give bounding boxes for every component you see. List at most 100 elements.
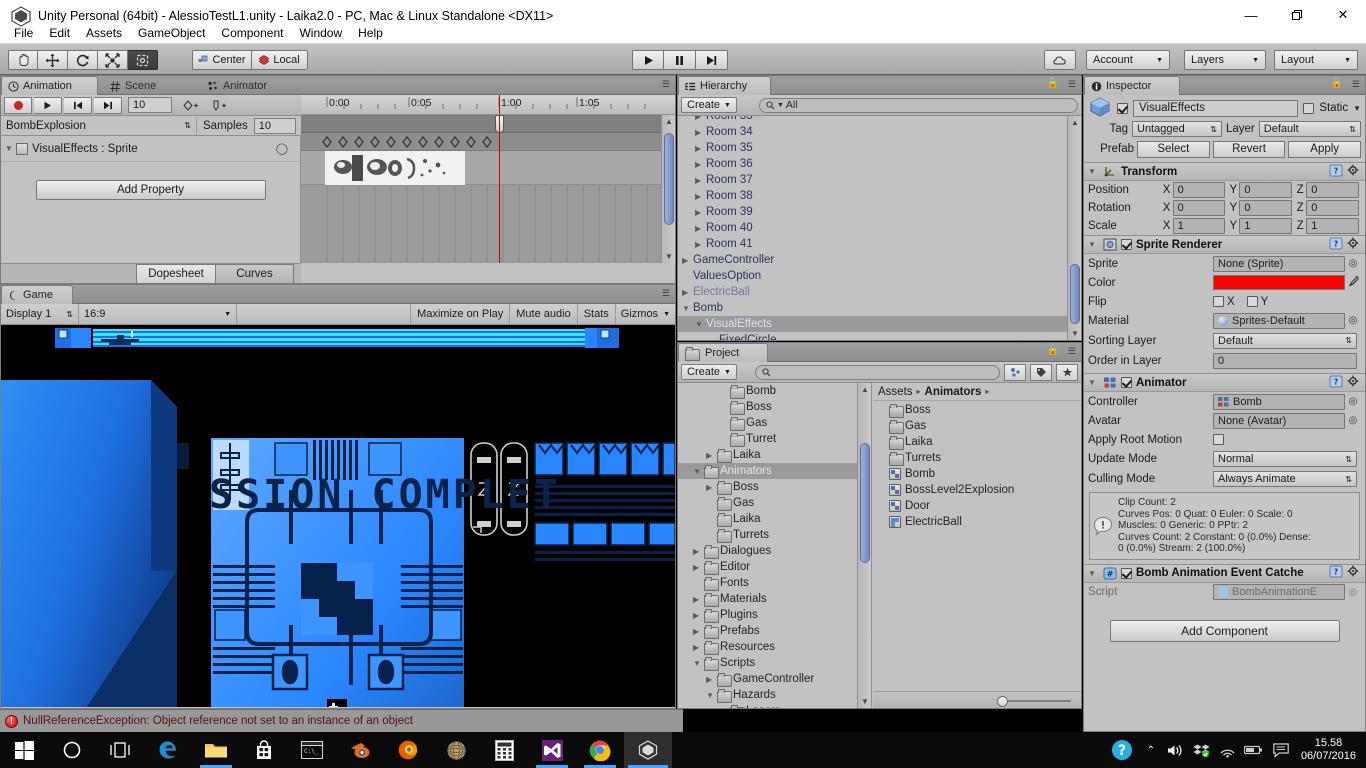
visual-studio-button[interactable] xyxy=(528,732,576,768)
hierarchy-item-gamecontroller[interactable]: GameController xyxy=(678,252,1067,268)
project-asset-turrets[interactable]: Turrets xyxy=(873,450,1081,466)
command-prompt-button[interactable]: C:\_ xyxy=(288,732,336,768)
collapse-arrow-icon[interactable] xyxy=(1088,240,1099,249)
tab-dopesheet[interactable]: Dopesheet xyxy=(136,264,216,283)
collapse-arrow-icon[interactable] xyxy=(693,595,704,604)
volume-icon[interactable] xyxy=(1163,743,1189,758)
project-search-input[interactable] xyxy=(754,364,1000,380)
help-icon[interactable]: ? xyxy=(1329,375,1343,391)
transform-position-z-input[interactable]: 0 xyxy=(1306,182,1359,198)
sorting-layer-dropdown[interactable]: Default ⇅ xyxy=(1213,332,1357,349)
transform-scale-y-input[interactable]: 1 xyxy=(1239,218,1293,234)
tab-game[interactable]: Game xyxy=(1,285,73,304)
tab-scene[interactable]: Scene xyxy=(103,76,175,95)
tag-dropdown[interactable]: Untagged ⇅ xyxy=(1132,121,1222,137)
animator-enabled-checkbox[interactable] xyxy=(1121,377,1132,388)
transform-position-x-input[interactable]: 0 xyxy=(1172,182,1226,198)
help-tray-icon[interactable]: ? xyxy=(1105,739,1139,761)
project-asset-bosslevel2explosion[interactable]: BossLevel2Explosion xyxy=(873,482,1081,498)
menu-assets[interactable]: Assets xyxy=(78,24,130,42)
expand-arrow-icon[interactable] xyxy=(706,691,717,700)
order-in-layer-input[interactable]: 0 xyxy=(1213,352,1357,369)
expand-arrow-icon[interactable] xyxy=(695,320,706,329)
project-tree-item-boss[interactable]: Boss xyxy=(678,399,857,415)
task-view-button[interactable] xyxy=(96,732,144,768)
hierarchy-item-electricball[interactable]: ElectricBall xyxy=(678,284,1067,300)
static-checkbox[interactable] xyxy=(1303,102,1315,114)
collapse-arrow-icon[interactable] xyxy=(695,144,706,153)
chrome-button[interactable] xyxy=(576,732,624,768)
collapse-arrow-icon[interactable] xyxy=(706,675,717,684)
object-name-input[interactable]: VisualEffects xyxy=(1133,99,1299,117)
gear-icon[interactable] xyxy=(1347,237,1361,253)
dropbox-icon[interactable] xyxy=(1189,743,1215,758)
clock[interactable]: 15.58 06/07/2016 xyxy=(1295,737,1366,763)
collapse-arrow-icon[interactable] xyxy=(695,116,706,121)
project-tree-item-turrets[interactable]: Turrets xyxy=(678,527,857,543)
game-view[interactable]: SSION COMPLET SSION COMPLET xyxy=(1,325,675,707)
project-tree-item-animators[interactable]: Animators xyxy=(678,463,857,479)
project-tree-item-boss[interactable]: Boss xyxy=(678,479,857,495)
gear-icon[interactable] xyxy=(1347,565,1361,581)
next-keyframe-button[interactable] xyxy=(94,96,122,114)
project-tree-item-editor[interactable]: Editor xyxy=(678,559,857,575)
scroll-down-icon[interactable]: ▼ xyxy=(1068,327,1081,340)
scroll-thumb[interactable] xyxy=(664,133,674,225)
flip-y-checkbox[interactable] xyxy=(1246,296,1258,307)
project-tree-item-gas[interactable]: Gas xyxy=(678,415,857,431)
property-row[interactable]: VisualEffects : Sprite ◯ xyxy=(1,136,300,162)
transform-position-y-input[interactable]: 0 xyxy=(1239,182,1293,198)
project-tree-item-laika[interactable]: Laika xyxy=(678,447,857,463)
object-picker-icon[interactable]: ◎ xyxy=(1345,258,1361,269)
sprite-renderer-enabled-checkbox[interactable] xyxy=(1121,239,1132,250)
flip-x-checkbox[interactable] xyxy=(1213,296,1224,307)
project-create-button[interactable]: Create ▼ xyxy=(681,364,737,380)
scroll-up-icon[interactable]: ▲ xyxy=(662,115,675,128)
dopesheet-scrollbar[interactable]: ▲ ▼ xyxy=(661,115,675,263)
play-button[interactable] xyxy=(632,50,664,70)
lock-icon[interactable]: 🔒 xyxy=(1331,78,1343,89)
project-tree-item-gamecontroller[interactable]: GameController xyxy=(678,671,857,687)
project-tree-item-bomb[interactable]: Bomb xyxy=(678,383,857,399)
collapse-arrow-icon[interactable] xyxy=(1088,569,1099,578)
hierarchy-item-room-37[interactable]: Room 37 xyxy=(678,172,1067,188)
transform-rotation-z-input[interactable]: 0 xyxy=(1306,200,1359,216)
hierarchy-item-room-33[interactable]: Room 33 xyxy=(678,116,1067,124)
record-button[interactable] xyxy=(4,96,32,114)
update-mode-dropdown[interactable]: Normal ⇅ xyxy=(1213,451,1357,467)
lock-icon[interactable]: 🔓 xyxy=(1047,345,1059,356)
display-dropdown[interactable]: Display 1 ⇅ xyxy=(1,304,79,324)
project-tree-item-lasers[interactable]: Lasers xyxy=(678,703,857,708)
network-icon[interactable] xyxy=(1215,743,1241,758)
collapse-arrow-icon[interactable] xyxy=(695,224,706,233)
project-tree-item-plugins[interactable]: Plugins xyxy=(678,607,857,623)
tab-animation[interactable]: Animation xyxy=(1,76,98,95)
add-component-button[interactable]: Add Component xyxy=(1109,619,1340,642)
hierarchy-item-fixedcircle[interactable]: FixedCircle xyxy=(678,332,1067,340)
store-button[interactable] xyxy=(240,732,288,768)
collapse-arrow-icon[interactable] xyxy=(695,128,706,137)
project-tree[interactable]: Bomb Boss Gas Turret Laika Animators Boss Gas La… xyxy=(678,383,872,708)
dopesheet-area[interactable]: ▲ ▼ xyxy=(301,115,675,263)
start-button[interactable] xyxy=(0,732,48,768)
project-contents[interactable]: Assets ▸ Animators ▸ Boss Gas Laika Turrets… xyxy=(873,383,1081,708)
scroll-down-icon[interactable]: ▼ xyxy=(858,695,871,708)
animation-play-button[interactable] xyxy=(34,96,62,114)
clip-selector[interactable]: BombExplosion ⇅ xyxy=(1,116,197,135)
panel-options-icon[interactable]: ☰ xyxy=(1068,346,1076,357)
project-tree-item-materials[interactable]: Materials xyxy=(678,591,857,607)
script-component-header[interactable]: # Bomb Animation Event Catche ? xyxy=(1084,563,1365,583)
project-tree-item-laika[interactable]: Laika xyxy=(678,511,857,527)
battery-icon[interactable] xyxy=(1241,744,1267,756)
aspect-dropdown[interactable]: 16:9 ▼ xyxy=(79,304,237,324)
zoom-slider-handle[interactable] xyxy=(997,696,1008,707)
panel-options-icon[interactable]: ☰ xyxy=(662,79,670,90)
scroll-thumb[interactable] xyxy=(1070,264,1080,324)
favorites-button[interactable] xyxy=(1056,363,1078,381)
prefab-revert-button[interactable]: Revert xyxy=(1212,140,1286,158)
scroll-up-icon[interactable]: ▲ xyxy=(858,383,871,396)
hierarchy-create-button[interactable]: Create ▼ xyxy=(681,97,737,113)
project-tree-item-fonts[interactable]: Fonts xyxy=(678,575,857,591)
object-picker-icon[interactable]: ◎ xyxy=(1345,315,1361,326)
menu-window[interactable]: Window xyxy=(291,24,350,42)
